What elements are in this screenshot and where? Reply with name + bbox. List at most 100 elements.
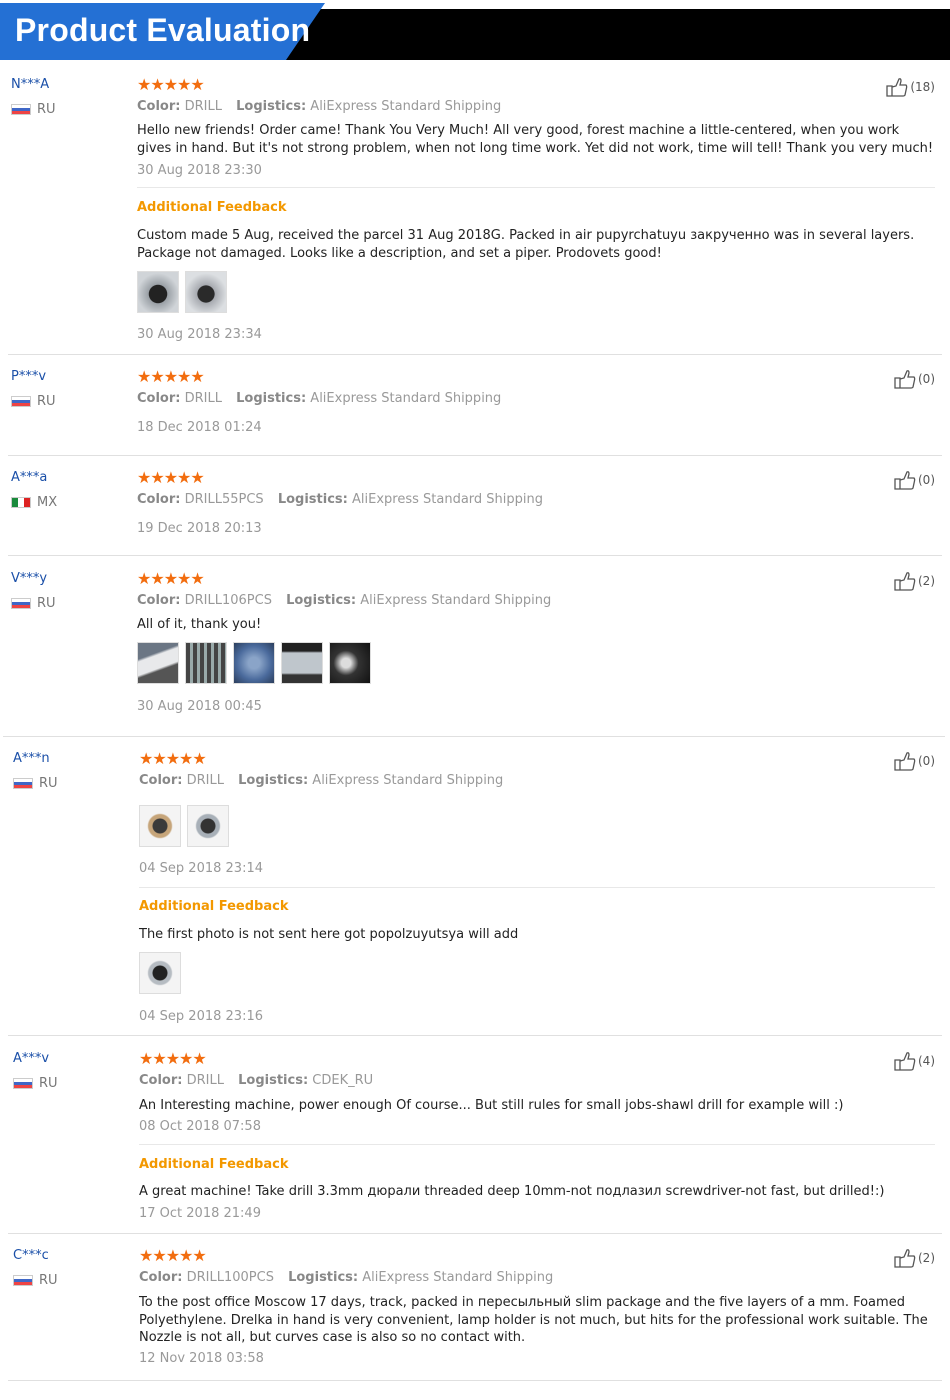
like-button[interactable]: (4) bbox=[894, 1051, 935, 1071]
additional-feedback-text: A great machine! Take drill 3.3mm дюрали… bbox=[139, 1184, 885, 1199]
review-date: 30 Aug 2018 00:45 bbox=[137, 699, 262, 714]
like-button[interactable]: (0) bbox=[894, 751, 935, 771]
reviewer-name[interactable]: A***n bbox=[13, 751, 50, 766]
review-divider bbox=[8, 354, 942, 355]
color-value: DRILL bbox=[184, 99, 222, 114]
like-button[interactable]: (2) bbox=[894, 1248, 935, 1268]
like-count: (0) bbox=[918, 473, 935, 487]
reviewer-country: RU bbox=[13, 1273, 58, 1288]
additional-feedback-date: 04 Sep 2018 23:16 bbox=[139, 1009, 263, 1024]
flag-ru-icon bbox=[11, 104, 31, 115]
logistics-label: Logistics: bbox=[286, 593, 357, 608]
review-divider bbox=[8, 455, 942, 456]
thumbs-up-icon bbox=[894, 572, 916, 591]
review-photo-thumbnail[interactable] bbox=[185, 271, 227, 313]
like-count: (0) bbox=[918, 372, 935, 386]
review-meta: Color: DRILL100PCS Logistics: AliExpress… bbox=[139, 1270, 563, 1285]
review-photo-thumbnail[interactable] bbox=[139, 805, 181, 847]
thumbs-up-icon bbox=[894, 1052, 916, 1071]
rating-stars: ★★★★★ bbox=[139, 1049, 207, 1068]
reviewer-country: RU bbox=[13, 1076, 58, 1091]
review-meta: Color: DRILL106PCS Logistics: AliExpress… bbox=[137, 593, 561, 608]
logistics-label: Logistics: bbox=[238, 773, 309, 788]
country-code: RU bbox=[37, 596, 56, 611]
additional-feedback-label: Additional Feedback bbox=[139, 1157, 289, 1172]
review-item: N***A RU ★★★★★ (18) Color: DRILL Logisti… bbox=[0, 77, 950, 352]
review-photo-thumbnail[interactable] bbox=[187, 805, 229, 847]
review-photo-thumbnail[interactable] bbox=[137, 642, 179, 684]
color-label: Color: bbox=[137, 492, 181, 507]
flag-ru-icon bbox=[13, 778, 33, 789]
color-label: Color: bbox=[137, 99, 181, 114]
reviewer-country: RU bbox=[11, 102, 56, 117]
page-title: Product Evaluation bbox=[15, 12, 311, 48]
color-value: DRILL bbox=[186, 1073, 224, 1088]
logistics-label: Logistics: bbox=[236, 391, 307, 406]
reviewer-name[interactable]: P***v bbox=[11, 369, 46, 384]
logistics-label: Logistics: bbox=[288, 1270, 359, 1285]
like-count: (2) bbox=[918, 1251, 935, 1265]
review-photo-thumbnail[interactable] bbox=[185, 642, 227, 684]
reviewer-country: RU bbox=[13, 776, 58, 791]
flag-ru-icon bbox=[11, 598, 31, 609]
rating-stars: ★★★★★ bbox=[137, 569, 205, 588]
country-code: RU bbox=[39, 1076, 58, 1091]
rating-stars: ★★★★★ bbox=[137, 75, 205, 94]
logistics-label: Logistics: bbox=[277, 492, 348, 507]
review-divider bbox=[8, 1035, 942, 1036]
logistics-value: AliExpress Standard Shipping bbox=[360, 593, 552, 608]
review-meta: Color: DRILL Logistics: CDEK_RU bbox=[139, 1073, 383, 1088]
reviewer-country: RU bbox=[11, 394, 56, 409]
review-photo-thumbnail[interactable] bbox=[139, 952, 181, 994]
thumbs-up-icon bbox=[894, 752, 916, 771]
review-date: 12 Nov 2018 03:58 bbox=[139, 1351, 264, 1366]
country-code: RU bbox=[37, 102, 56, 117]
like-button[interactable]: (0) bbox=[894, 470, 935, 490]
rating-stars: ★★★★★ bbox=[137, 468, 205, 487]
color-label: Color: bbox=[139, 1073, 183, 1088]
review-item: A***a MX ★★★★★ (0) Color: DRILL55PCS Log… bbox=[0, 470, 950, 550]
additional-feedback-label: Additional Feedback bbox=[137, 200, 287, 215]
rating-stars: ★★★★★ bbox=[139, 749, 207, 768]
review-divider bbox=[8, 1380, 942, 1381]
country-code: RU bbox=[39, 776, 58, 791]
color-value: DRILL bbox=[184, 391, 222, 406]
reviewer-name[interactable]: V***y bbox=[11, 571, 47, 586]
flag-mx-icon bbox=[11, 497, 31, 508]
logistics-label: Logistics: bbox=[238, 1073, 309, 1088]
review-text: All of it, thank you! bbox=[137, 617, 262, 632]
color-value: DRILL106PCS bbox=[184, 593, 272, 608]
logistics-value: AliExpress Standard Shipping bbox=[352, 492, 543, 507]
color-label: Color: bbox=[137, 593, 181, 608]
review-date: 08 Oct 2018 07:58 bbox=[139, 1119, 261, 1134]
review-meta: Color: DRILL Logistics: AliExpress Stand… bbox=[137, 99, 511, 114]
like-count: (0) bbox=[918, 754, 935, 768]
review-divider bbox=[8, 1233, 942, 1234]
review-item: A***n RU ★★★★★ (0) Color: DRILL Logistic… bbox=[0, 751, 950, 1031]
reviewer-name[interactable]: A***v bbox=[13, 1051, 49, 1066]
review-photos bbox=[137, 642, 371, 684]
review-text: An Interesting machine, power enough Of … bbox=[139, 1098, 844, 1113]
logistics-value: AliExpress Standard Shipping bbox=[362, 1270, 554, 1285]
like-button[interactable]: (0) bbox=[894, 369, 935, 389]
review-photos bbox=[139, 952, 181, 994]
additional-feedback-date: 17 Oct 2018 21:49 bbox=[139, 1206, 261, 1221]
review-meta: Color: DRILL Logistics: AliExpress Stand… bbox=[137, 391, 511, 406]
color-label: Color: bbox=[137, 391, 181, 406]
review-date: 30 Aug 2018 23:30 bbox=[137, 163, 262, 178]
review-photo-thumbnail[interactable] bbox=[281, 642, 323, 684]
additional-feedback-text: Custom made 5 Aug, received the parcel 3… bbox=[137, 228, 915, 261]
review-photo-thumbnail[interactable] bbox=[137, 271, 179, 313]
reviewer-name[interactable]: C***c bbox=[13, 1248, 49, 1263]
reviewer-name[interactable]: A***a bbox=[11, 470, 47, 485]
reviewer-name[interactable]: N***A bbox=[11, 77, 49, 92]
page-header: Product Evaluation bbox=[0, 0, 950, 60]
review-photo-thumbnail[interactable] bbox=[329, 642, 371, 684]
additional-feedback-text: The first photo is not sent here got pop… bbox=[139, 927, 519, 942]
color-value: DRILL bbox=[186, 773, 224, 788]
review-photo-thumbnail[interactable] bbox=[233, 642, 275, 684]
reviewer-country: RU bbox=[11, 596, 56, 611]
like-button[interactable]: (2) bbox=[894, 571, 935, 591]
like-button[interactable]: (18) bbox=[886, 77, 935, 97]
like-count: (4) bbox=[918, 1054, 935, 1068]
